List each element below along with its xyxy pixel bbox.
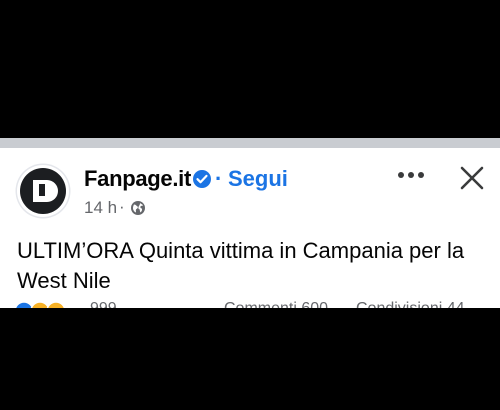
shares-count[interactable]: Condivisioni 44 xyxy=(356,300,465,308)
globe-icon xyxy=(131,201,145,215)
page-avatar[interactable] xyxy=(17,165,69,217)
more-options-icon[interactable] xyxy=(397,170,425,180)
reaction-count[interactable]: 999 xyxy=(90,300,117,308)
comments-count[interactable]: Commenti 600 xyxy=(224,300,328,308)
top-divider xyxy=(0,138,500,148)
fanpage-logo-icon xyxy=(20,168,66,214)
verified-badge-icon xyxy=(193,170,211,188)
follow-button[interactable]: Segui xyxy=(228,166,288,192)
name-separator: · xyxy=(215,166,223,191)
reactions-icon[interactable] xyxy=(14,300,94,308)
page-name-link[interactable]: Fanpage.it xyxy=(84,166,191,192)
post-time[interactable]: 14 h xyxy=(84,198,117,218)
meta-separator: · xyxy=(119,197,125,216)
post-text: ULTIM’ORA Quinta vittima in Campania per… xyxy=(17,238,465,293)
close-icon[interactable] xyxy=(459,165,485,191)
post-card: Fanpage.it · Segui 14 h · ULTIM’ORA Quin… xyxy=(0,148,500,308)
